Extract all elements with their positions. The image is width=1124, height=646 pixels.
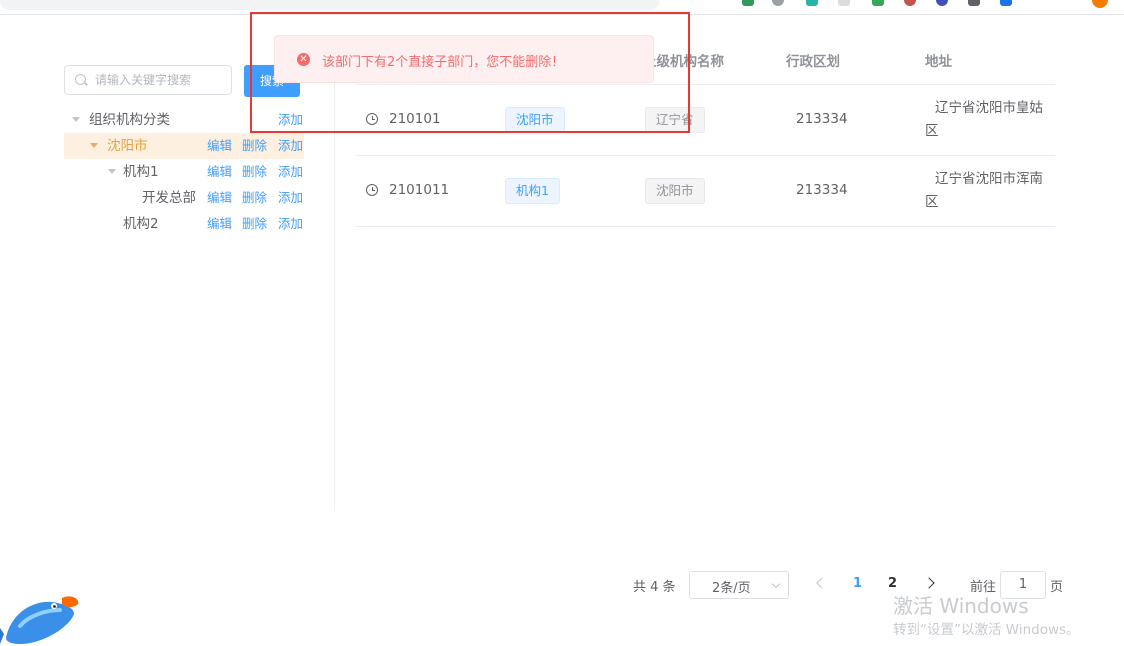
edit-button[interactable]: 编辑 bbox=[207, 159, 232, 185]
goto-unit: 页 bbox=[1050, 580, 1064, 595]
extension-icon[interactable] bbox=[936, 0, 948, 6]
fish-mascot-icon bbox=[0, 596, 79, 644]
search-icon bbox=[75, 74, 86, 85]
search-field[interactable] bbox=[64, 65, 232, 95]
page-size-value: 2条/页 bbox=[712, 581, 751, 596]
add-button[interactable]: 添加 bbox=[278, 159, 303, 185]
search-input[interactable] bbox=[95, 71, 225, 89]
extension-icon[interactable] bbox=[838, 0, 850, 6]
delete-button[interactable]: 删除 bbox=[242, 185, 267, 211]
chevron-down-icon bbox=[771, 579, 781, 589]
delete-button[interactable]: 删除 bbox=[242, 211, 267, 237]
extension-icon[interactable] bbox=[806, 0, 818, 6]
pagination-total: 共 4 条 bbox=[633, 580, 676, 595]
name-tag: 机构1 bbox=[505, 178, 560, 204]
address-bar[interactable] bbox=[0, 0, 660, 10]
edit-button[interactable]: 编辑 bbox=[207, 133, 232, 159]
expand-caret-icon[interactable] bbox=[90, 143, 98, 148]
profile-avatar[interactable] bbox=[1092, 0, 1108, 8]
code-cell: 2101011 bbox=[389, 182, 450, 198]
delete-button[interactable]: 删除 bbox=[242, 133, 267, 159]
extension-icon[interactable] bbox=[1000, 0, 1012, 6]
extension-icon[interactable] bbox=[872, 0, 884, 6]
tree-node-kaifazongbu[interactable]: 开发总部 编辑 删除 添加 bbox=[64, 185, 304, 211]
expand-caret-icon[interactable] bbox=[108, 169, 116, 174]
add-button[interactable]: 添加 bbox=[278, 133, 303, 159]
page-number-2[interactable]: 2 bbox=[888, 576, 897, 591]
column-header-region: 行政区划 bbox=[786, 54, 840, 70]
activation-watermark-subtitle: 转到“设置”以激活 Windows。 bbox=[893, 622, 1080, 638]
delete-button[interactable]: 删除 bbox=[242, 159, 267, 185]
region-cell: 213334 bbox=[796, 182, 848, 198]
extension-icon[interactable] bbox=[742, 0, 754, 6]
parent-tag: 沈阳市 bbox=[645, 178, 705, 204]
table-row-divider bbox=[355, 226, 1055, 227]
tree-node-label: 开发总部 bbox=[142, 190, 196, 206]
page-size-select[interactable]: 2条/页 bbox=[689, 571, 789, 599]
region-cell: 213334 bbox=[796, 111, 848, 127]
extension-icon[interactable] bbox=[772, 0, 784, 6]
edit-button[interactable]: 编辑 bbox=[207, 185, 232, 211]
highlight-annotation-box bbox=[250, 12, 690, 133]
next-page-icon[interactable] bbox=[923, 577, 935, 589]
address-cell: 辽宁省沈阳市浑南区 bbox=[925, 171, 1043, 210]
tree-node-label: 沈阳市 bbox=[107, 138, 148, 154]
page-number-1[interactable]: 1 bbox=[853, 576, 862, 591]
tree-node-label: 组织机构分类 bbox=[89, 112, 170, 128]
table-row-divider bbox=[355, 155, 1055, 156]
add-button[interactable]: 添加 bbox=[278, 211, 303, 237]
activation-watermark-title: 激活 Windows bbox=[893, 594, 1029, 618]
extension-icon[interactable] bbox=[968, 0, 980, 6]
extension-icon[interactable] bbox=[904, 0, 916, 6]
address-cell: 辽宁省沈阳市皇姑区 bbox=[925, 100, 1043, 139]
prev-page-icon[interactable] bbox=[816, 577, 828, 589]
tree-node-shenyang[interactable]: 沈阳市 编辑 删除 添加 bbox=[64, 133, 304, 159]
edit-button[interactable]: 编辑 bbox=[207, 211, 232, 237]
tree-node-jigou2[interactable]: 机构2 编辑 删除 添加 bbox=[64, 211, 304, 237]
clock-icon bbox=[366, 184, 378, 196]
tree-node-jigou1[interactable]: 机构1 编辑 删除 添加 bbox=[64, 159, 304, 185]
tree-node-label: 机构1 bbox=[123, 164, 159, 180]
expand-caret-icon[interactable] bbox=[72, 117, 80, 122]
add-button[interactable]: 添加 bbox=[278, 185, 303, 211]
column-header-address: 地址 bbox=[925, 54, 952, 70]
tree-node-label: 机构2 bbox=[123, 216, 159, 232]
